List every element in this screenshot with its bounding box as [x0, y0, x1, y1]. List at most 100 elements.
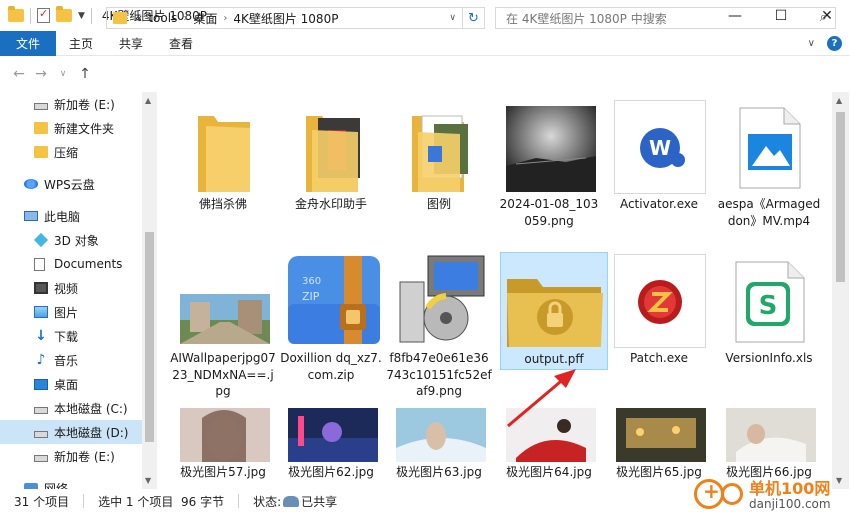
- svg-text:S: S: [759, 291, 778, 321]
- folder-icon: [412, 115, 468, 192]
- nav-item-label: 新加卷 (E:): [54, 449, 115, 464]
- search-input[interactable]: 在 4K壁纸图片 1080P 中搜索 ⌕: [495, 7, 836, 29]
- ribbon-right: ∨ ?: [808, 31, 842, 56]
- file-name: 佛挡杀佛: [198, 197, 247, 211]
- file-item-xls[interactable]: S VersionInfo.xls: [716, 252, 822, 402]
- nav-item-wps-cloud[interactable]: WPS云盘: [0, 172, 142, 196]
- nav-item-network[interactable]: 网络: [0, 476, 142, 489]
- nav-item-3d-objects[interactable]: 3D 对象: [0, 228, 142, 252]
- file-name: Doxillion dq_xz7.com.zip: [280, 351, 382, 382]
- nav-item-compress[interactable]: 压缩: [0, 140, 142, 164]
- nav-scrollbar[interactable]: ▲ ▼: [142, 92, 157, 489]
- tab-view[interactable]: 查看: [156, 31, 206, 56]
- file-item-aurora-63[interactable]: 极光图片63.jpg: [386, 404, 492, 484]
- file-item-folder-2[interactable]: 金舟水印助手: [278, 98, 384, 238]
- new-folder-icon[interactable]: [56, 6, 72, 22]
- scroll-thumb[interactable]: [145, 232, 154, 442]
- nav-item-label: 图片: [54, 305, 79, 320]
- back-arrow-icon[interactable]: ←: [8, 66, 30, 82]
- nav-item-new-folder[interactable]: 新建文件夹: [0, 116, 142, 140]
- file-item-aurora-57[interactable]: 极光图片57.jpg: [170, 404, 276, 484]
- drive-icon: [34, 454, 48, 462]
- scroll-thumb[interactable]: [836, 112, 845, 282]
- file-item-folder-3[interactable]: 图例: [386, 98, 492, 238]
- nav-item-music[interactable]: ♪ 音乐: [0, 348, 142, 372]
- forward-arrow-icon[interactable]: →: [30, 66, 52, 82]
- chevron-right-icon[interactable]: ›: [183, 13, 187, 24]
- scroll-up-icon[interactable]: ▲: [145, 96, 151, 105]
- breadcrumb-overflow[interactable]: «: [135, 11, 142, 25]
- file-item-patch[interactable]: Patch.exe: [606, 252, 712, 402]
- nav-item-label: 3D 对象: [54, 233, 99, 248]
- logo-ring-icon: [721, 483, 743, 505]
- file-item-aurora-66[interactable]: 极光图片66.jpg: [716, 404, 822, 484]
- image-thumbnail: [726, 408, 816, 462]
- image-thumbnail: [506, 106, 596, 192]
- pictures-icon: [34, 306, 48, 318]
- drive-icon: [34, 430, 48, 438]
- refresh-button[interactable]: ↻: [463, 7, 485, 29]
- shared-users-icon: [283, 495, 300, 507]
- nav-item-label: 此电脑: [44, 209, 81, 224]
- exe-icon: [614, 254, 706, 348]
- file-name: 金舟水印助手: [294, 197, 367, 211]
- file-name: AIWallpaperjpg0723_NDMxNA==.jpg: [170, 351, 276, 398]
- up-arrow-icon[interactable]: ↑: [74, 66, 96, 82]
- nav-item-d-drive[interactable]: 本地磁盘 (D:): [0, 420, 142, 444]
- file-item-aurora-65[interactable]: 极光图片65.jpg: [606, 404, 712, 484]
- nav-item-c-drive[interactable]: 本地磁盘 (C:): [0, 396, 142, 420]
- file-item-aurora-64[interactable]: 极光图片64.jpg: [496, 404, 602, 484]
- nav-item-desktop[interactable]: 桌面: [0, 372, 142, 396]
- folder-icon: [34, 146, 48, 158]
- file-name: 极光图片62.jpg: [288, 465, 374, 479]
- scroll-down-icon[interactable]: ▼: [145, 476, 151, 485]
- chevron-down-icon[interactable]: ▼: [78, 11, 85, 21]
- nav-item-label: 压缩: [54, 145, 79, 160]
- nav-item-e-drive-2[interactable]: 新加卷 (E:): [0, 444, 142, 468]
- nav-item-downloads[interactable]: ↓ 下载: [0, 324, 142, 348]
- svg-text:ZIP: ZIP: [302, 290, 320, 303]
- file-item-ai-wallpaper[interactable]: AIWallpaperjpg0723_NDMxNA==.jpg: [170, 252, 276, 402]
- tab-share[interactable]: 共享: [106, 31, 156, 56]
- properties-icon[interactable]: [37, 7, 50, 23]
- tab-home[interactable]: 主页: [56, 31, 106, 56]
- music-icon: ♪: [36, 352, 46, 368]
- nav-item-documents[interactable]: Documents: [0, 252, 142, 276]
- file-item-video[interactable]: aespa《Armageddon》MV.mp4: [716, 98, 822, 254]
- file-item-aurora-62[interactable]: 极光图片62.jpg: [278, 404, 384, 484]
- nav-item-e-drive[interactable]: 新加卷 (E:): [0, 92, 142, 116]
- file-name: Activator.exe: [619, 197, 699, 211]
- folder-icon: [8, 6, 24, 22]
- nav-item-this-pc[interactable]: 此电脑: [0, 204, 142, 228]
- ribbon-tabs: 文件 主页 共享 查看: [0, 30, 850, 56]
- chevron-down-icon[interactable]: ∨: [449, 13, 456, 23]
- image-thumbnail: [180, 294, 270, 344]
- divider: [83, 494, 85, 508]
- nav-item-label: Documents: [54, 257, 123, 271]
- file-item-output-pff[interactable]: output.pff: [500, 252, 608, 370]
- nav-item-pictures[interactable]: 图片: [0, 300, 142, 324]
- file-item-screenshot[interactable]: 2024-01-08_103059.png: [496, 98, 602, 238]
- scroll-up-icon[interactable]: ▲: [836, 96, 842, 105]
- nav-item-videos[interactable]: 视频: [0, 276, 142, 300]
- tab-file[interactable]: 文件: [0, 30, 56, 56]
- expand-ribbon-icon[interactable]: ∨: [808, 38, 815, 49]
- nav-item-label: 视频: [54, 281, 79, 296]
- breadcrumb-current[interactable]: 4K壁纸图片 1080P: [233, 10, 338, 27]
- file-item-activator[interactable]: W Activator.exe: [606, 98, 712, 238]
- file-name: aespa《Armageddon》MV.mp4: [717, 197, 821, 228]
- nav-item-label: 下载: [54, 329, 79, 344]
- download-icon: ↓: [35, 328, 47, 344]
- file-item-zip[interactable]: 360 ZIP Doxillion dq_xz7.com.zip: [278, 252, 384, 402]
- drive-icon: [34, 406, 48, 414]
- breadcrumb-tools[interactable]: tools: [148, 11, 177, 25]
- breadcrumb-desktop[interactable]: 桌面: [193, 10, 217, 27]
- file-item-hash-png[interactable]: f8fb47e0e61e36743c10151fc52efaf9.png: [386, 252, 492, 402]
- address-bar[interactable]: « tools › 桌面 › 4K壁纸图片 1080P ∨: [106, 7, 463, 29]
- file-item-folder-1[interactable]: 佛挡杀佛: [170, 98, 276, 238]
- recent-locations-icon[interactable]: ∨: [52, 69, 74, 79]
- content-scrollbar[interactable]: ▲ ▼: [832, 92, 849, 489]
- chevron-right-icon[interactable]: ›: [223, 13, 227, 24]
- help-icon[interactable]: ?: [827, 36, 842, 51]
- watermark-logo: 单机100网 danji100.com: [694, 475, 844, 513]
